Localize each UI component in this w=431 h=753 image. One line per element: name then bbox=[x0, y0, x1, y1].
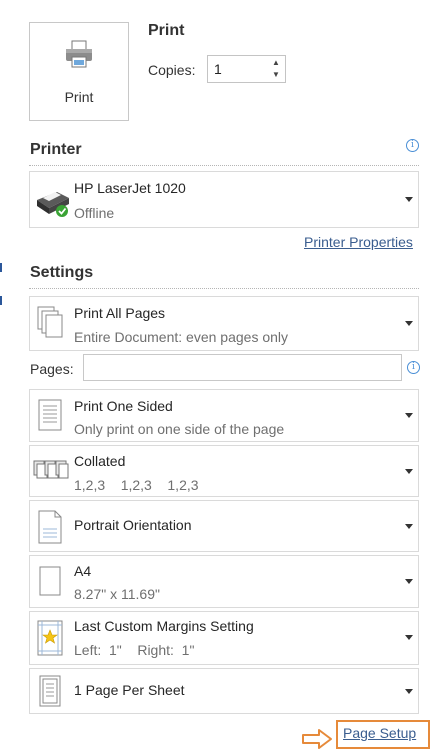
collated-icon bbox=[33, 460, 69, 479]
printer-status: Offline bbox=[74, 205, 115, 221]
collation-dropdown[interactable]: Collated 1,2,3 1,2,3 1,2,3 bbox=[29, 445, 419, 497]
collation-title: Collated bbox=[74, 453, 126, 469]
chevron-down-icon bbox=[405, 413, 413, 418]
pages-label: Pages: bbox=[30, 361, 74, 377]
chevron-down-icon bbox=[405, 321, 413, 326]
edge-marker bbox=[0, 263, 2, 272]
sides-dropdown[interactable]: Print One Sided Only print on one side o… bbox=[29, 389, 419, 442]
one-sided-icon bbox=[38, 399, 62, 431]
edge-marker bbox=[0, 296, 2, 305]
chevron-down-icon bbox=[405, 524, 413, 529]
copies-value[interactable]: 1 bbox=[214, 61, 222, 77]
orientation-title: Portrait Orientation bbox=[74, 517, 192, 533]
printer-section-title: Printer bbox=[30, 141, 82, 158]
printer-name: HP LaserJet 1020 bbox=[74, 180, 186, 196]
pages-per-sheet-icon bbox=[39, 675, 61, 707]
collation-subtitle: 1,2,3 1,2,3 1,2,3 bbox=[74, 477, 199, 493]
chevron-down-icon bbox=[405, 635, 413, 640]
page-setup-link[interactable]: Page Setup bbox=[343, 725, 416, 741]
printer-dropdown[interactable]: HP LaserJet 1020 Offline bbox=[29, 171, 419, 228]
paper-size-subtitle: 8.27" x 11.69" bbox=[74, 586, 160, 602]
copies-increment-icon[interactable]: ▲ bbox=[269, 57, 283, 69]
pages-per-sheet-title: 1 Page Per Sheet bbox=[74, 682, 185, 698]
pages-input[interactable] bbox=[83, 354, 402, 381]
print-range-subtitle: Entire Document: even pages only bbox=[74, 329, 289, 345]
paper-size-icon bbox=[39, 566, 61, 596]
divider bbox=[29, 288, 419, 289]
printer-info-icon[interactable]: i bbox=[406, 139, 419, 152]
print-section-title: Print bbox=[148, 22, 185, 39]
pages-icon bbox=[37, 306, 63, 338]
portrait-icon bbox=[38, 510, 62, 544]
pages-info-icon[interactable]: i bbox=[407, 361, 420, 374]
print-button-label: Print bbox=[64, 89, 94, 105]
copies-decrement-icon[interactable]: ▼ bbox=[269, 69, 283, 81]
printer-properties-link[interactable]: Printer Properties bbox=[304, 234, 413, 250]
paper-size-title: A4 bbox=[74, 563, 92, 579]
printer-device-icon bbox=[37, 192, 69, 217]
divider bbox=[29, 165, 419, 166]
print-range-dropdown[interactable]: Print All Pages Entire Document: even pa… bbox=[29, 296, 419, 351]
orientation-dropdown[interactable]: Portrait Orientation bbox=[29, 500, 419, 552]
print-range-title: Print All Pages bbox=[74, 305, 166, 321]
printer-icon bbox=[66, 40, 92, 68]
settings-section-title: Settings bbox=[30, 264, 94, 281]
paper-size-dropdown[interactable]: A4 8.27" x 11.69" bbox=[29, 555, 419, 608]
margins-dropdown[interactable]: Last Custom Margins Setting Left: 1" Rig… bbox=[29, 611, 419, 665]
chevron-down-icon bbox=[405, 197, 413, 202]
margins-title: Last Custom Margins Setting bbox=[74, 618, 254, 634]
print-button[interactable]: Print bbox=[29, 22, 129, 121]
arrow-right-icon bbox=[302, 729, 332, 749]
margins-icon bbox=[37, 620, 63, 656]
pages-per-sheet-dropdown[interactable]: 1 Page Per Sheet bbox=[29, 668, 419, 714]
copies-label: Copies: bbox=[148, 62, 196, 78]
margins-subtitle: Left: 1" Right: 1" bbox=[74, 642, 195, 658]
chevron-down-icon bbox=[405, 469, 413, 474]
chevron-down-icon bbox=[405, 579, 413, 584]
sides-subtitle: Only print on one side of the page bbox=[74, 421, 285, 437]
chevron-down-icon bbox=[405, 689, 413, 694]
copies-stepper[interactable]: 1 ▲ ▼ bbox=[207, 55, 286, 83]
sides-title: Print One Sided bbox=[74, 398, 173, 414]
